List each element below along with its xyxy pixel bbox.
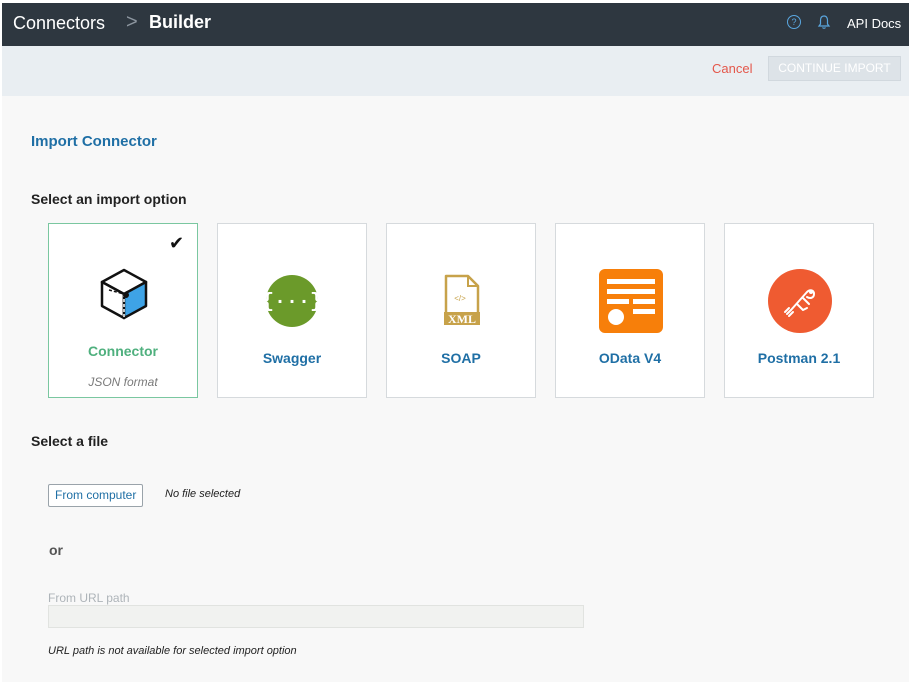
main-content: Import Connector Select an import option… [2,96,909,682]
continue-import-button[interactable]: CONTINUE IMPORT [768,56,901,81]
svg-text:XML: XML [448,312,476,326]
bell-icon[interactable] [817,14,831,30]
option-card-swagger[interactable]: {···} Swagger [217,223,367,398]
url-path-note: URL path is not available for selected i… [48,645,297,657]
option-card-soap[interactable]: </> XML SOAP [386,223,536,398]
option-card-postman[interactable]: Postman 2.1 [724,223,874,398]
from-computer-button[interactable]: From computer [48,484,144,507]
odata-icon [599,269,663,333]
option-card-odata[interactable]: OData V4 [555,223,705,398]
option-card-connector[interactable]: ✔ Connector JSON format [48,223,198,398]
breadcrumb-builder: Builder [149,12,212,32]
select-file-heading: Select a file [31,433,109,449]
swagger-icon: {···} [265,275,319,327]
svg-text:{···}: {···} [265,291,319,314]
import-option-heading: Select an import option [31,191,187,207]
top-bar: Connectors > Builder ? API Docs [2,3,909,46]
option-label: Connector [88,343,158,359]
option-sublabel: JSON format [88,375,158,389]
option-label: OData V4 [598,350,662,366]
app-frame: Connectors > Builder ? API Docs Cancel C… [0,0,911,684]
breadcrumb-connectors[interactable]: Connectors [13,13,105,34]
file-status: No file selected [165,488,241,500]
url-path-label: From URL path [48,591,130,605]
postman-icon [768,269,832,333]
page-title: Import Connector [31,133,157,150]
svg-text:</>: </> [454,294,466,303]
option-label: Postman 2.1 [757,350,841,366]
option-label: SOAP [441,350,481,366]
breadcrumb-separator: > [126,11,138,33]
or-separator: or [49,542,63,558]
checkmark-icon: ✔ [169,233,185,253]
xml-file-icon: </> XML [444,274,480,326]
connector-cube-icon [100,268,148,320]
cancel-button[interactable]: Cancel [712,61,752,76]
option-label: Swagger [262,350,322,366]
url-path-input[interactable] [48,605,584,628]
api-docs-link[interactable]: API Docs [847,16,901,31]
help-icon[interactable]: ? [787,15,801,29]
action-bar: Cancel CONTINUE IMPORT [2,46,909,96]
